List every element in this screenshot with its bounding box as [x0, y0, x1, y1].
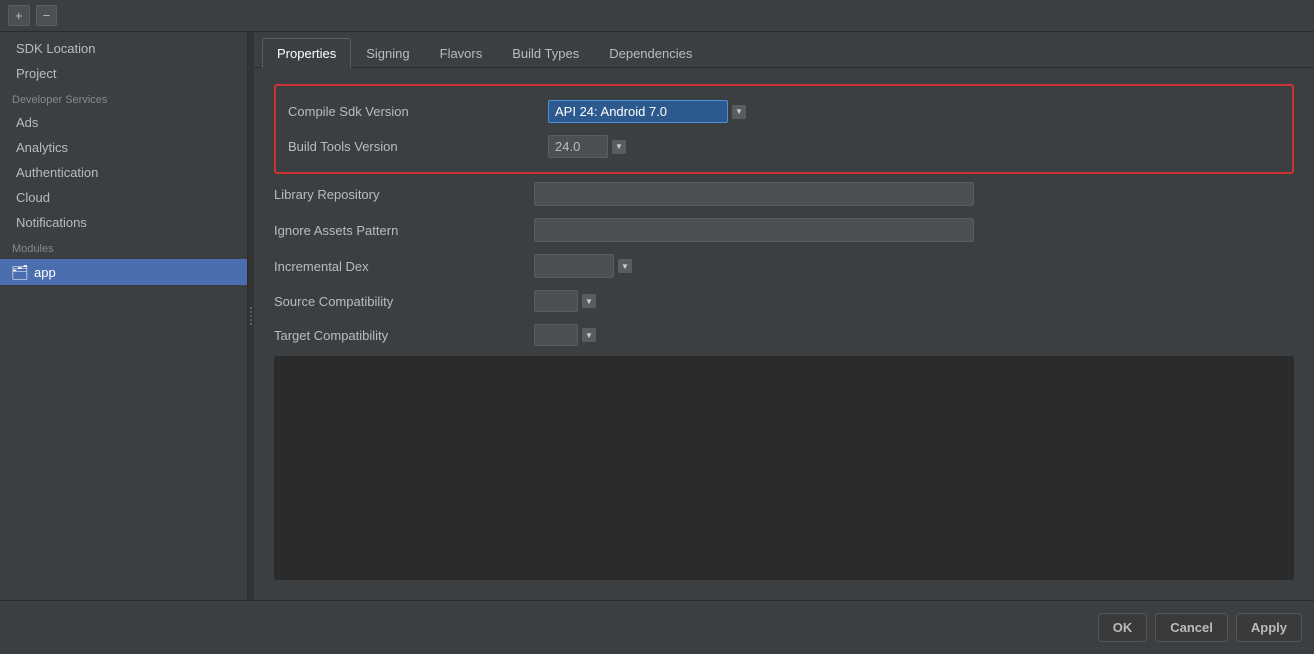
library-repository-input[interactable] — [534, 182, 974, 206]
library-repository-value — [534, 182, 974, 206]
incremental-dex-value: ▼ — [534, 254, 632, 278]
target-compatibility-row: Target Compatibility ▼ — [274, 318, 1294, 352]
bottom-bar: OK Cancel Apply — [0, 600, 1314, 654]
sidebar-item-authentication[interactable]: Authentication — [0, 160, 247, 185]
ignore-assets-pattern-value — [534, 218, 974, 242]
source-compatibility-row: Source Compatibility ▼ — [274, 284, 1294, 318]
tab-properties[interactable]: Properties — [262, 38, 351, 68]
sidebar-item-analytics[interactable]: Analytics — [0, 135, 247, 160]
source-compatibility-label: Source Compatibility — [274, 294, 534, 309]
build-tools-version-value: 24.0 ▼ — [548, 135, 626, 158]
grip-dot — [250, 307, 252, 309]
grip-dot — [250, 315, 252, 317]
apply-button[interactable]: Apply — [1236, 613, 1302, 642]
build-tools-version-dropdown-arrow[interactable]: ▼ — [612, 140, 626, 154]
sidebar-section-modules: Modules — [0, 235, 247, 259]
right-panel: Properties Signing Flavors Build Types D… — [254, 32, 1314, 600]
source-compatibility-dropdown-arrow[interactable]: ▼ — [582, 294, 596, 308]
grip-dot — [250, 311, 252, 313]
build-tools-version-label: Build Tools Version — [288, 139, 548, 154]
build-tools-version-select[interactable]: 24.0 — [548, 135, 608, 158]
incremental-dex-label: Incremental Dex — [274, 259, 534, 274]
compile-sdk-version-row: Compile Sdk Version API 24: Android 7.0 … — [288, 94, 1280, 129]
ignore-assets-pattern-row: Ignore Assets Pattern — [274, 212, 1294, 248]
compile-sdk-version-select[interactable]: API 24: Android 7.0 — [548, 100, 728, 123]
tab-build-types[interactable]: Build Types — [497, 38, 594, 68]
compile-sdk-version-label: Compile Sdk Version — [288, 104, 548, 119]
incremental-dex-select[interactable] — [534, 254, 614, 278]
sidebar-item-app-label: app — [34, 265, 56, 280]
library-repository-label: Library Repository — [274, 187, 534, 202]
sidebar-item-app[interactable]: 🗂 app — [0, 259, 247, 285]
tab-bar: Properties Signing Flavors Build Types D… — [254, 32, 1314, 68]
compile-sdk-version-value: API 24: Android 7.0 ▼ — [548, 100, 746, 123]
grip-dots — [250, 307, 252, 325]
bottom-info-panel — [274, 356, 1294, 580]
top-toolbar: + − — [0, 0, 1314, 32]
target-compatibility-select[interactable] — [534, 324, 578, 346]
cancel-button[interactable]: Cancel — [1155, 613, 1228, 642]
sidebar-section-developer-services: Developer Services — [0, 86, 247, 110]
ok-button[interactable]: OK — [1098, 613, 1148, 642]
folder-icon: 🗂 — [12, 264, 28, 280]
ignore-assets-pattern-label: Ignore Assets Pattern — [274, 223, 534, 238]
sidebar: SDK Location Project Developer Services … — [0, 32, 248, 600]
sidebar-item-sdk-location[interactable]: SDK Location — [0, 36, 247, 61]
sidebar-item-notifications[interactable]: Notifications — [0, 210, 247, 235]
sidebar-item-ads[interactable]: Ads — [0, 110, 247, 135]
compile-sdk-version-dropdown-arrow[interactable]: ▼ — [732, 105, 746, 119]
tab-signing[interactable]: Signing — [351, 38, 424, 68]
source-compatibility-value: ▼ — [534, 290, 596, 312]
remove-button[interactable]: − — [36, 5, 58, 26]
build-tools-version-text: 24.0 — [555, 139, 580, 154]
tab-flavors[interactable]: Flavors — [425, 38, 498, 68]
highlight-box: Compile Sdk Version API 24: Android 7.0 … — [274, 84, 1294, 174]
incremental-dex-dropdown-arrow[interactable]: ▼ — [618, 259, 632, 273]
ignore-assets-pattern-input[interactable] — [534, 218, 974, 242]
build-tools-version-row: Build Tools Version 24.0 ▼ — [288, 129, 1280, 164]
grip-dot — [250, 319, 252, 321]
tab-dependencies[interactable]: Dependencies — [594, 38, 707, 68]
target-compatibility-dropdown-arrow[interactable]: ▼ — [582, 328, 596, 342]
properties-area: Compile Sdk Version API 24: Android 7.0 … — [254, 68, 1314, 600]
library-repository-row: Library Repository — [274, 176, 1294, 212]
sidebar-item-cloud[interactable]: Cloud — [0, 185, 247, 210]
sidebar-item-project[interactable]: Project — [0, 61, 247, 86]
target-compatibility-value: ▼ — [534, 324, 596, 346]
incremental-dex-row: Incremental Dex ▼ — [274, 248, 1294, 284]
grip-dot — [250, 323, 252, 325]
compile-sdk-version-text: API 24: Android 7.0 — [555, 104, 667, 119]
target-compatibility-label: Target Compatibility — [274, 328, 534, 343]
source-compatibility-select[interactable] — [534, 290, 578, 312]
add-button[interactable]: + — [8, 5, 30, 26]
